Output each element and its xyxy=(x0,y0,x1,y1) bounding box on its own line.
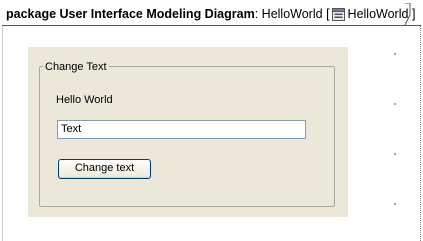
context-bracket-open: [ xyxy=(326,7,330,21)
group-title: Change Text xyxy=(43,61,109,73)
diagram-name: HelloWorld xyxy=(261,7,323,21)
text-field[interactable]: Text xyxy=(57,120,306,139)
header-corner-icon xyxy=(404,3,411,26)
diagram-context-name: HelloWorld xyxy=(347,7,409,21)
frame-edge xyxy=(420,26,422,241)
hello-label: Hello World xyxy=(56,94,113,106)
change-text-button[interactable]: Change text xyxy=(58,159,151,179)
ui-diagram-icon xyxy=(331,7,345,21)
header-separator: : xyxy=(254,7,259,21)
diagram-header: package User Interface Modeling Diagram:… xyxy=(2,3,422,26)
diagram-frame: package User Interface Modeling Diagram:… xyxy=(0,0,423,241)
diagram-type-label: package User Interface Modeling Diagram xyxy=(6,7,255,21)
